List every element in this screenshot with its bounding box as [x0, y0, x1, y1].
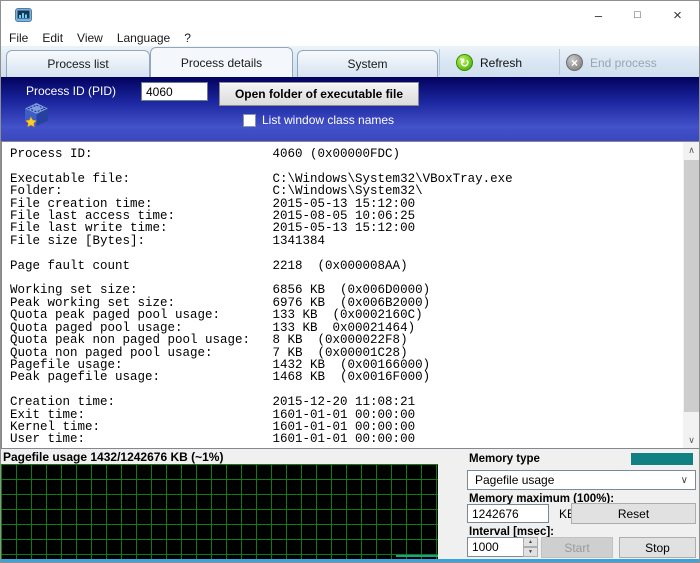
close-button[interactable]: × — [658, 1, 697, 29]
list-window-class-label: List window class names — [262, 113, 394, 127]
usage-trace-line — [396, 555, 438, 557]
memory-type-value: Pagefile usage — [475, 473, 554, 487]
minimize-button[interactable]: – — [579, 1, 618, 29]
tab-process-details[interactable]: Process details — [150, 47, 293, 77]
refresh-label: Refresh — [480, 56, 522, 70]
memory-monitor-panel: Pagefile usage 1432/1242676 KB (~1%) Mem… — [1, 449, 700, 559]
memory-type-label: Memory type — [469, 453, 540, 465]
memory-type-swatch — [631, 453, 693, 465]
window-bottom-strip — [1, 559, 700, 563]
refresh-button[interactable]: ↻ Refresh — [456, 49, 522, 76]
end-process-button[interactable]: × End process — [566, 49, 657, 76]
chevron-down-icon: ∨ — [681, 475, 688, 486]
pid-input[interactable] — [141, 82, 208, 101]
menu-bar: File Edit View Language ? — [1, 29, 699, 46]
pid-label: Process ID (PID) — [26, 84, 116, 98]
graph-title: Pagefile usage 1432/1242676 KB (~1%) — [3, 450, 223, 464]
menu-language[interactable]: Language — [117, 31, 179, 45]
menu-view[interactable]: View — [77, 31, 112, 45]
tab-strip: Process list Process details System ↻ Re… — [1, 46, 699, 77]
menu-help[interactable]: ? — [184, 31, 200, 45]
process-details-area: Process ID: 4060 (0x00000FDC) Executable… — [1, 141, 700, 449]
maximize-button[interactable]: □ — [618, 1, 657, 29]
memory-type-dropdown[interactable]: Pagefile usage ∨ — [467, 470, 696, 490]
start-button[interactable]: Start — [541, 537, 613, 558]
app-window: – □ × File Edit View Language ? Process … — [0, 0, 700, 563]
scroll-up-arrow-icon[interactable]: ∧ — [683, 142, 700, 158]
menu-edit[interactable]: Edit — [42, 31, 72, 45]
end-process-label: End process — [590, 56, 657, 70]
usage-graph — [1, 464, 438, 559]
app-icon — [15, 8, 32, 23]
tab-system[interactable]: System — [297, 50, 438, 77]
interval-spinner: ▲ ▼ — [523, 537, 538, 557]
memory-maximum-input[interactable] — [467, 504, 549, 523]
refresh-icon: ↻ — [456, 54, 473, 71]
spinner-up-icon[interactable]: ▲ — [523, 537, 538, 547]
reset-button[interactable]: Reset — [571, 503, 696, 524]
scroll-down-arrow-icon[interactable]: ∨ — [683, 432, 700, 448]
separator — [439, 49, 440, 75]
spinner-down-icon[interactable]: ▼ — [523, 547, 538, 557]
stop-button[interactable]: Stop — [619, 537, 696, 558]
vbox-cube-icon — [25, 103, 48, 129]
details-text: Process ID: 4060 (0x00000FDC) Executable… — [10, 148, 678, 446]
list-window-class-checkbox[interactable] — [243, 114, 256, 127]
open-folder-button[interactable]: Open folder of executable file — [219, 82, 419, 106]
title-bar: – □ × — [1, 1, 699, 29]
scrollbar-thumb[interactable] — [684, 160, 699, 412]
menu-file[interactable]: File — [9, 31, 37, 45]
vertical-scrollbar: ∧ ∨ — [683, 142, 700, 448]
end-process-icon: × — [566, 54, 583, 71]
tab-process-list[interactable]: Process list — [6, 50, 150, 77]
pid-panel: Process ID (PID) Open folder of executab… — [1, 77, 699, 141]
separator — [559, 49, 560, 75]
interval-input[interactable] — [467, 537, 524, 557]
list-window-class-row: List window class names — [243, 113, 394, 127]
